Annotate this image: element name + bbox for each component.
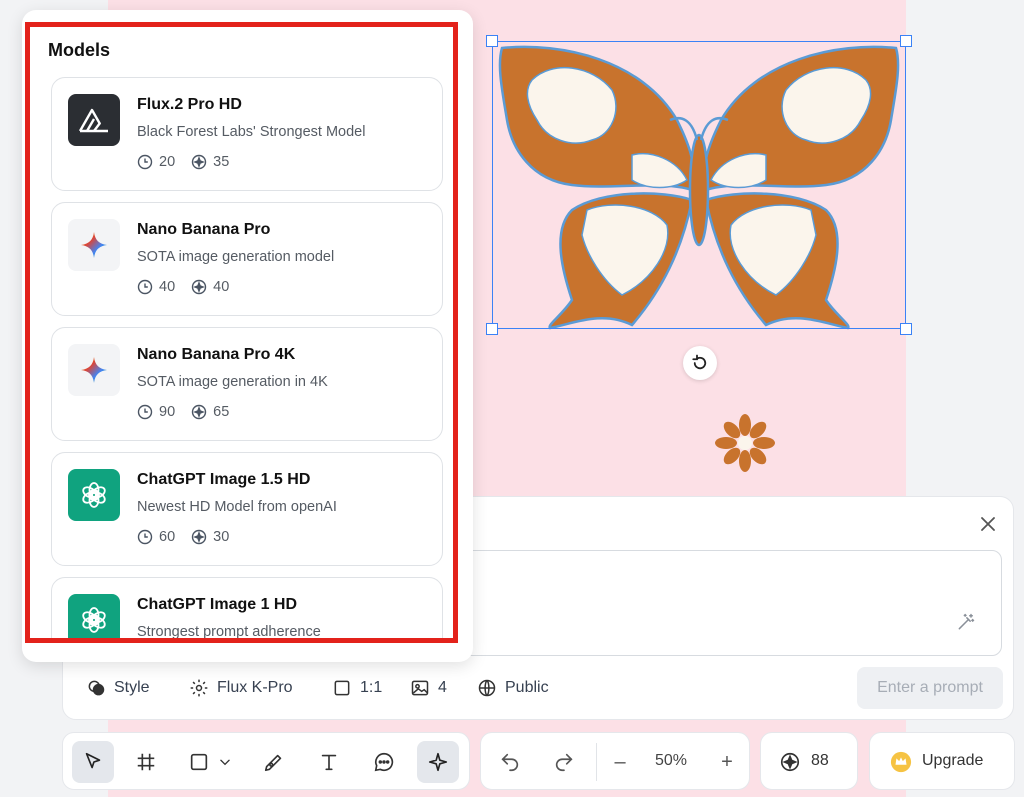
clock-icon	[137, 529, 153, 545]
credits-icon	[191, 404, 207, 420]
gear-icon	[190, 679, 208, 697]
selection-box[interactable]	[492, 41, 906, 329]
image-icon	[411, 680, 429, 696]
model-option[interactable]: Flux K-Pro	[189, 676, 293, 700]
sparkle-icon	[428, 752, 448, 772]
pen-tool-button[interactable]	[253, 741, 295, 783]
rotate-icon	[692, 354, 707, 370]
model-credits: 30	[213, 529, 230, 545]
model-description: SOTA image generation in 4K	[137, 374, 328, 390]
flower-artwork[interactable]	[712, 412, 778, 474]
model-description: Black Forest Labs' Strongest Model	[137, 124, 366, 140]
crown-icon	[890, 751, 912, 773]
flux-logo-icon	[68, 94, 120, 146]
globe-icon	[478, 679, 496, 697]
generate-button[interactable]: Enter a prompt	[857, 667, 1003, 709]
model-name: Nano Banana Pro 4K	[137, 346, 296, 363]
image-count-label: 4	[438, 679, 447, 696]
model-credits: 35	[213, 154, 230, 170]
zoom-in-button[interactable]: +	[706, 741, 748, 783]
model-name: Nano Banana Pro	[137, 221, 271, 238]
gemini-sparkle-logo-icon	[68, 219, 120, 271]
model-card-flux-2-pro-hd[interactable]: Flux.2 Pro HD Black Forest Labs' Stronge…	[51, 77, 443, 191]
palette-icon	[88, 680, 105, 696]
model-description: Strongest prompt adherence	[137, 624, 321, 638]
aspect-ratio-label: 1:1	[360, 679, 383, 696]
rotate-button[interactable]	[683, 346, 717, 380]
model-description: Newest HD Model from openAI	[137, 499, 337, 515]
redo-icon	[555, 753, 573, 772]
tools-toolbar	[62, 732, 470, 790]
credits-icon	[191, 279, 207, 295]
ai-generate-tool-button[interactable]	[417, 741, 459, 783]
toolbar-divider	[596, 743, 597, 781]
credits-pill[interactable]: 88	[760, 732, 858, 790]
model-credits: 40	[213, 279, 230, 295]
gemini-sparkle-logo-icon	[68, 344, 120, 396]
chevron-down-icon	[220, 759, 230, 766]
undo-icon	[501, 753, 519, 772]
pen-icon	[264, 754, 282, 772]
square-icon	[190, 753, 208, 771]
prompt-input[interactable]	[440, 550, 1002, 656]
style-label: Style	[114, 679, 150, 696]
zoom-out-button[interactable]: –	[599, 741, 641, 783]
clock-icon	[137, 154, 153, 170]
resize-handle-top-right[interactable]	[900, 35, 912, 47]
credits-count: 88	[811, 752, 829, 769]
upgrade-button[interactable]: Upgrade	[869, 732, 1015, 790]
model-card-chatgpt-image-1-5-hd[interactable]: ChatGPT Image 1.5 HD Newest HD Model fro…	[51, 452, 443, 566]
shape-dropdown-button[interactable]	[213, 741, 237, 783]
clock-icon	[137, 279, 153, 295]
openai-logo-icon	[68, 469, 120, 521]
undo-button[interactable]	[489, 741, 531, 783]
image-count-option[interactable]: 4	[410, 676, 447, 700]
chat-bubble-icon	[374, 752, 394, 772]
frame-tool-button[interactable]	[125, 741, 167, 783]
model-time: 40	[159, 279, 176, 295]
credits-icon	[191, 154, 207, 170]
zoom-toolbar: – 50% +	[480, 732, 750, 790]
visibility-option[interactable]: Public	[477, 676, 549, 700]
model-time: 20	[159, 154, 176, 170]
models-title: Models	[48, 40, 111, 60]
model-description: SOTA image generation model	[137, 249, 335, 265]
models-list[interactable]: Flux.2 Pro HD Black Forest Labs' Stronge…	[30, 70, 453, 638]
cursor-icon	[85, 752, 101, 769]
close-icon	[981, 517, 995, 531]
resize-handle-bottom-right[interactable]	[900, 323, 912, 335]
model-label: Flux K-Pro	[217, 679, 293, 696]
model-card-chatgpt-image-1-hd[interactable]: ChatGPT Image 1 HD Strongest prompt adhe…	[51, 577, 443, 638]
frame-icon	[137, 753, 155, 771]
upgrade-label: Upgrade	[922, 752, 984, 769]
visibility-label: Public	[505, 679, 549, 696]
credits-icon	[191, 529, 207, 545]
model-credits: 65	[213, 404, 230, 420]
openai-logo-icon	[68, 594, 120, 638]
select-tool-button[interactable]	[72, 741, 114, 783]
model-name: ChatGPT Image 1 HD	[137, 596, 298, 613]
model-time: 60	[159, 529, 176, 545]
clock-icon	[137, 404, 153, 420]
square-icon	[334, 680, 350, 696]
aspect-ratio-option[interactable]: 1:1	[332, 676, 382, 700]
text-icon	[321, 754, 337, 771]
resize-handle-bottom-left[interactable]	[486, 323, 498, 335]
model-time: 90	[159, 404, 176, 420]
resize-handle-top-left[interactable]	[486, 35, 498, 47]
magic-wand-icon	[958, 613, 975, 630]
model-card-nano-banana-pro[interactable]: Nano Banana Pro SOTA image generation mo…	[51, 202, 443, 316]
credits-icon	[780, 752, 800, 772]
close-prompt-button[interactable]	[976, 512, 1000, 536]
model-name: ChatGPT Image 1.5 HD	[137, 471, 311, 488]
style-option[interactable]: Style	[86, 676, 150, 700]
comment-tool-button[interactable]	[363, 741, 405, 783]
redo-button[interactable]	[543, 741, 585, 783]
text-tool-button[interactable]	[308, 741, 350, 783]
zoom-level[interactable]: 50%	[646, 752, 696, 770]
enhance-prompt-button[interactable]	[956, 612, 978, 634]
model-card-nano-banana-pro-4k[interactable]: Nano Banana Pro 4K SOTA image generation…	[51, 327, 443, 441]
model-name: Flux.2 Pro HD	[137, 96, 242, 113]
